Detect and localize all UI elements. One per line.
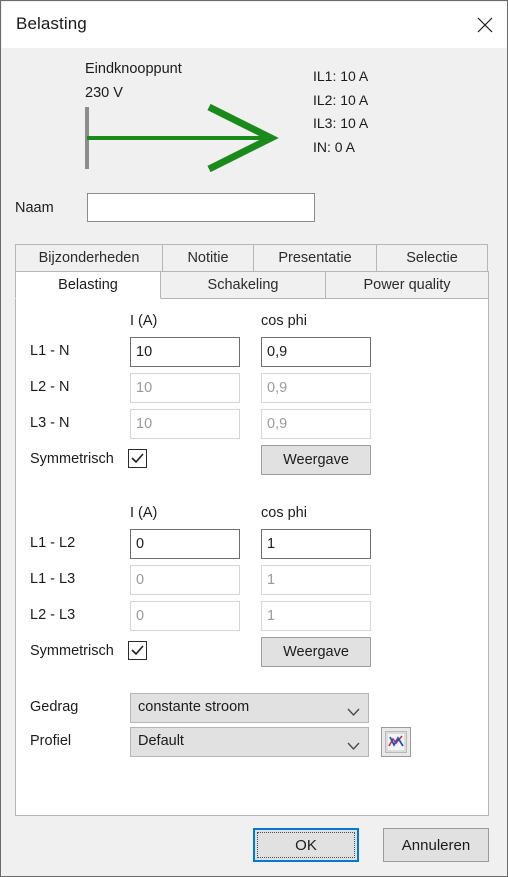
chevron-down-icon [347,738,360,756]
tab-label: Bijzonderheden [38,250,140,266]
window-title: Belasting [16,14,87,33]
chart-icon [385,731,407,753]
button-label: Weergave [283,452,349,468]
tab-selectie[interactable]: Selectie [376,244,488,272]
tab-label: Power quality [363,277,451,293]
input-current-l1-l2[interactable] [130,529,240,559]
input-current-l2-n [130,373,240,403]
close-icon [476,16,494,34]
load-arrow-diagram [79,101,299,181]
tab-row-top: Bijzonderheden Notitie Presentatie Selec… [15,244,488,272]
ln-current-header: I (A) [130,313,158,329]
readout-in: IN: 0 A [313,138,356,155]
input-current-l1-l3 [130,565,240,595]
readout-il1: IL1: 10 A [313,68,369,84]
ln-cosphi-header: cos phi [261,313,307,329]
ll-cosphi-header: cos phi [261,505,307,521]
symmetric-label-ln: Symmetrisch [30,451,114,467]
input-cosphi-l2-l3 [261,601,371,631]
input-current-l1-n[interactable] [130,337,240,367]
check-icon [131,645,144,656]
input-cosphi-l2-n [261,373,371,403]
tab-belasting[interactable]: Belasting [15,271,161,299]
tab-label: Notitie [187,250,229,266]
symmetric-checkbox-ll[interactable] [128,641,147,660]
readout-il2: IL2: 10 A [313,91,369,108]
row-label-l2-n: L2 - N [30,379,70,395]
name-label: Naam [15,200,54,216]
tab-label: Selectie [406,250,458,266]
ll-current-header: I (A) [130,505,158,521]
input-current-l3-n [130,409,240,439]
tab-power-quality[interactable]: Power quality [325,271,489,299]
tab-row-bottom: Belasting Schakeling Power quality [15,271,489,299]
chevron-down-icon [347,704,360,722]
row-label-l1-l3: L1 - L3 [30,571,76,587]
tab-schakeling[interactable]: Schakeling [160,271,326,299]
readout-il3: IL3: 10 A [313,115,369,131]
profiel-dropdown[interactable]: Default [130,727,369,757]
check-icon [131,453,144,464]
gedrag-dropdown[interactable]: constante stroom [130,693,369,723]
tab-label: Schakeling [207,277,279,293]
tab-control: Bijzonderheden Notitie Presentatie Selec… [15,244,489,816]
weergave-button-ln[interactable]: Weergave [261,445,371,475]
belasting-dialog: Belasting Eindknooppunt 230 V IL1: 10 A … [0,0,508,877]
diagram-node-label: Eindknooppunt [85,61,182,77]
button-label: Annuleren [401,836,471,854]
profiel-value: Default [138,733,184,749]
title-bar: Belasting [2,2,507,48]
gedrag-label: Gedrag [30,699,79,715]
input-cosphi-l1-n[interactable] [261,337,371,367]
tab-bijzonderheden[interactable]: Bijzonderheden [15,244,163,272]
input-cosphi-l3-n [261,409,371,439]
tab-notitie[interactable]: Notitie [162,244,254,272]
tab-label: Belasting [58,277,118,293]
name-input[interactable] [87,193,315,222]
profile-chart-button[interactable] [381,727,411,757]
profiel-label: Profiel [30,733,72,749]
row-label-l1-l2: L1 - L2 [30,535,76,551]
input-current-l2-l3 [130,601,240,631]
tab-presentatie[interactable]: Presentatie [253,244,377,272]
diagram-voltage-label: 230 V [85,85,123,101]
weergave-button-ll[interactable]: Weergave [261,637,371,667]
input-cosphi-l1-l2[interactable] [261,529,371,559]
close-button[interactable] [462,2,507,48]
gedrag-value: constante stroom [138,699,250,715]
belasting-panel: I (A) cos phi L1 - N L2 - N L3 - N Symme… [15,298,489,816]
row-label-l2-l3: L2 - L3 [30,607,76,623]
button-label: Weergave [283,644,349,660]
symmetric-checkbox-ln[interactable] [128,449,147,468]
symmetric-label-ll: Symmetrisch [30,643,114,659]
cancel-button[interactable]: Annuleren [383,828,489,862]
button-label: OK [295,836,317,854]
input-cosphi-l1-l3 [261,565,371,595]
row-label-l1-n: L1 - N [30,343,70,359]
row-label-l3-n: L3 - N [30,415,70,431]
tab-label: Presentatie [278,250,352,266]
current-readout: IL1: 10 A IL2: 10 A IL3: 10 A IN: 0 A [313,65,368,159]
ok-button[interactable]: OK [253,828,359,862]
